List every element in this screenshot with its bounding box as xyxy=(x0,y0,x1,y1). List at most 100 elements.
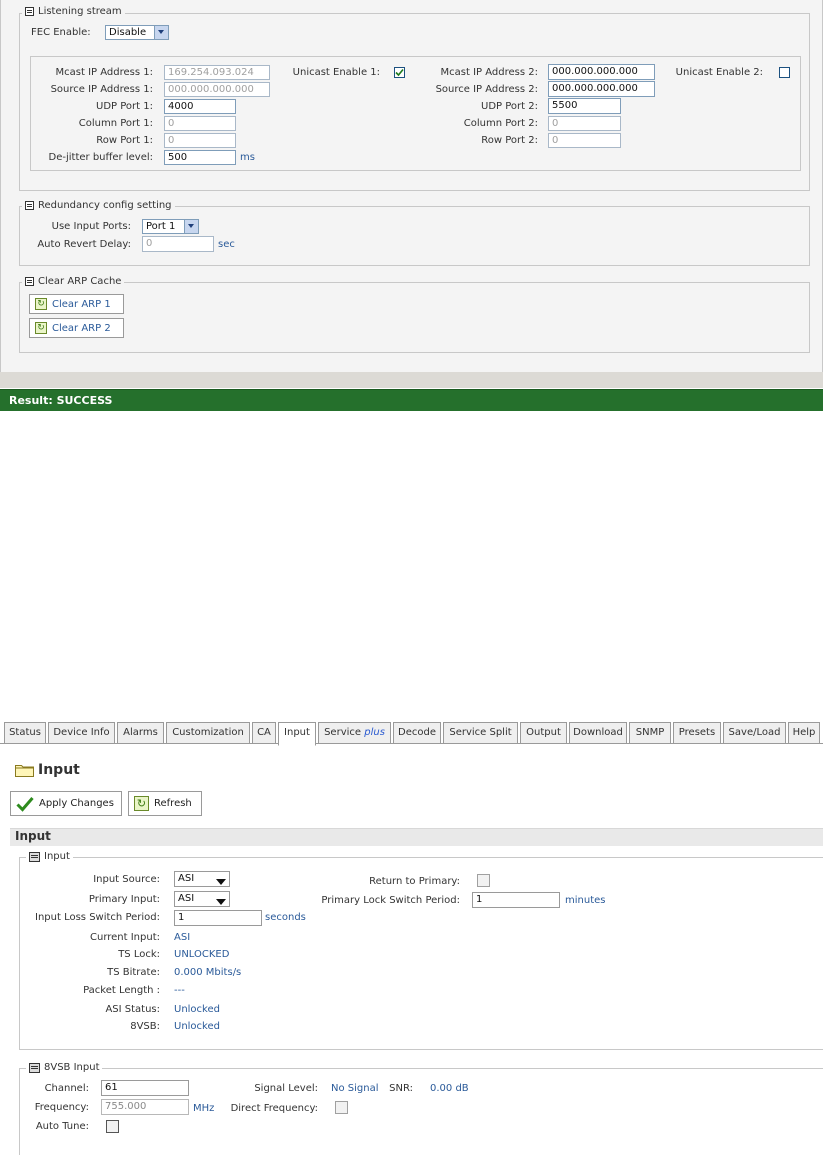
input-legend: Input xyxy=(26,851,73,862)
collapse-icon[interactable] xyxy=(29,851,40,862)
dejitter-unit: ms xyxy=(240,152,255,163)
tab-service-plus[interactable]: Service plus xyxy=(318,722,391,744)
row-port-1-input[interactable]: 0 xyxy=(164,133,236,148)
ts-lock-value: UNLOCKED xyxy=(174,949,230,960)
result-text: Result: SUCCESS xyxy=(9,394,113,407)
primary-input-select[interactable]: ASI xyxy=(174,891,230,907)
tab-label: Output xyxy=(526,727,561,738)
input-loss-label: Input Loss Switch Period: xyxy=(35,912,160,923)
input-source-select[interactable]: ASI xyxy=(174,871,230,887)
frequency-input[interactable]: 755.000 xyxy=(101,1099,189,1115)
folder-icon xyxy=(15,763,34,777)
tab-customization[interactable]: Customization xyxy=(166,722,250,744)
mcast-ip-1-label: Mcast IP Address 1: xyxy=(55,67,153,78)
fec-enable-select[interactable]: Disable xyxy=(105,25,169,40)
tab-label: Status xyxy=(9,727,41,738)
clear-arp-2-button[interactable]: ↻ Clear ARP 2 xyxy=(29,318,124,338)
row-port-2-input[interactable]: 0 xyxy=(548,133,621,148)
apply-changes-label: Apply Changes xyxy=(39,798,114,809)
unicast-enable-1-checkbox[interactable] xyxy=(394,67,405,78)
tab-snmp[interactable]: SNMP xyxy=(629,722,671,744)
tab-help[interactable]: Help xyxy=(788,722,820,744)
input-loss-unit: seconds xyxy=(265,912,306,923)
tab-label: Service Split xyxy=(449,727,512,738)
unicast-enable-2-checkbox[interactable] xyxy=(779,67,790,78)
signal-level-value: No Signal xyxy=(331,1083,379,1094)
apply-changes-button[interactable]: Apply Changes xyxy=(10,791,122,816)
primary-lock-label: Primary Lock Switch Period: xyxy=(321,895,460,906)
refresh-button[interactable]: ↻ Refresh xyxy=(128,791,202,816)
tab-label: Decode xyxy=(398,727,436,738)
source-ip-2-label: Source IP Address 2: xyxy=(435,84,538,95)
collapse-icon[interactable] xyxy=(25,7,34,16)
tab-presets[interactable]: Presets xyxy=(673,722,721,744)
tab-status[interactable]: Status xyxy=(4,722,46,744)
listening-stream-title: Listening stream xyxy=(38,6,122,17)
tab-label: Presets xyxy=(678,727,716,738)
frequency-unit: MHz xyxy=(193,1103,215,1114)
primary-lock-input[interactable]: 1 xyxy=(472,892,560,908)
collapse-icon[interactable] xyxy=(29,1062,40,1073)
tab-service-split[interactable]: Service Split xyxy=(443,722,518,744)
tab-label: Service xyxy=(324,727,362,738)
result-bar xyxy=(0,389,823,411)
primary-input-value: ASI xyxy=(178,893,195,904)
tab-label: Input xyxy=(284,727,310,738)
tab-decode[interactable]: Decode xyxy=(393,722,441,744)
auto-tune-checkbox[interactable] xyxy=(106,1120,119,1133)
packet-length-label: Packet Length : xyxy=(83,985,160,996)
dejitter-input[interactable]: 500 xyxy=(164,150,236,165)
udp-port-1-input[interactable]: 4000 xyxy=(164,99,236,114)
auto-revert-input[interactable]: 0 xyxy=(142,236,214,252)
tab-download[interactable]: Download xyxy=(569,722,627,744)
primary-lock-unit: minutes xyxy=(565,895,606,906)
collapse-icon[interactable] xyxy=(25,201,34,210)
udp-port-2-input[interactable]: 5500 xyxy=(548,98,621,114)
tab-device-info[interactable]: Device Info xyxy=(48,722,115,744)
row-port-2-label: Row Port 2: xyxy=(481,135,538,146)
tab-label: CA xyxy=(257,727,271,738)
snr-label: SNR: xyxy=(389,1083,413,1094)
input-loss-input[interactable]: 1 xyxy=(174,910,262,926)
return-to-primary-checkbox[interactable] xyxy=(477,874,490,887)
tab-input[interactable]: Input xyxy=(278,722,316,746)
input-source-value: ASI xyxy=(178,873,195,884)
tab-alarms[interactable]: Alarms xyxy=(117,722,164,744)
source-ip-2-input[interactable]: 000.000.000.000 xyxy=(548,81,655,97)
tab-label-suffix: plus xyxy=(364,727,385,738)
clear-arp-group xyxy=(19,282,810,353)
collapse-icon[interactable] xyxy=(25,277,34,286)
column-port-2-input[interactable]: 0 xyxy=(548,116,621,131)
tab-output[interactable]: Output xyxy=(520,722,567,744)
source-ip-1-label: Source IP Address 1: xyxy=(50,84,153,95)
direct-frequency-checkbox[interactable] xyxy=(335,1101,348,1114)
ts-bitrate-value: 0.000 Mbits/s xyxy=(174,967,242,978)
signal-level-label: Signal Level: xyxy=(254,1083,318,1094)
vsb-input-legend-title: 8VSB Input xyxy=(44,1062,100,1073)
clear-arp-1-button[interactable]: ↻ Clear ARP 1 xyxy=(29,294,124,314)
column-port-1-input[interactable]: 0 xyxy=(164,116,236,131)
snr-value: 0.00 dB xyxy=(430,1083,469,1094)
channel-input[interactable]: 61 xyxy=(101,1080,189,1096)
frequency-label: Frequency: xyxy=(34,1102,89,1113)
tab-save-load[interactable]: Save/Load xyxy=(723,722,786,744)
vsb-status-label: 8VSB: xyxy=(130,1021,160,1032)
refresh-icon: ↻ xyxy=(35,298,47,310)
mcast-ip-2-input[interactable]: 000.000.000.000 xyxy=(548,64,655,80)
input-source-label: Input Source: xyxy=(93,874,160,885)
checkmark-icon xyxy=(16,796,34,812)
tab-ca[interactable]: CA xyxy=(252,722,276,744)
unicast-enable-2-label: Unicast Enable 2: xyxy=(675,67,763,78)
tab-label: Download xyxy=(573,727,623,738)
redundancy-legend: Redundancy config setting xyxy=(22,200,175,211)
use-input-ports-select[interactable]: Port 1 xyxy=(142,219,199,234)
tab-label: SNMP xyxy=(635,727,665,738)
redundancy-title: Redundancy config setting xyxy=(38,200,172,211)
chevron-down-icon xyxy=(184,220,198,233)
udp-port-1-label: UDP Port 1: xyxy=(96,101,153,112)
refresh-label: Refresh xyxy=(154,798,192,809)
mcast-ip-1-input[interactable]: 169.254.093.024 xyxy=(164,65,270,80)
dejitter-label: De-jitter buffer level: xyxy=(48,152,153,163)
input-section-bar xyxy=(10,828,823,846)
source-ip-1-input[interactable]: 000.000.000.000 xyxy=(164,82,270,97)
